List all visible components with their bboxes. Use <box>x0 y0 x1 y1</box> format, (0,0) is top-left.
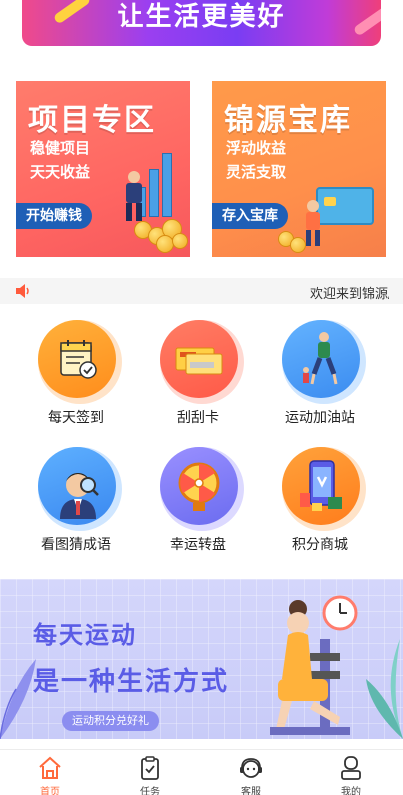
tab-tasks[interactable]: 任务 <box>110 750 190 795</box>
promo-subtitle: 浮动收益 <box>226 139 287 157</box>
speaker-icon <box>16 284 29 298</box>
tab-label: 任务 <box>140 787 160 795</box>
coin-decoration <box>156 235 174 253</box>
runner-icon <box>282 320 366 404</box>
feature-points-mall[interactable]: 积分商城 <box>260 447 380 567</box>
support-icon <box>240 758 262 778</box>
promo-card-treasury[interactable]: 锦源宝库 浮动收益 灵活支取 存入宝库 <box>212 81 386 257</box>
sport-lifestyle-banner[interactable]: 每天运动 是一种生活方式 运动积分兑好礼 <box>0 579 403 739</box>
home-icon <box>39 756 61 779</box>
feature-label: 积分商城 <box>292 537 348 553</box>
calendar-check-icon <box>38 320 122 404</box>
tab-label: 我的 <box>341 787 361 795</box>
banner-subheadline: 是一种生活方式 <box>33 667 230 697</box>
promo-row: 项目专区 稳健项目 天天收益 开始赚钱 锦源宝库 浮动收益 灵活支取 存入宝库 <box>16 81 387 257</box>
businessman-illustration <box>126 171 142 221</box>
promo-title: 项目专区 <box>28 103 156 138</box>
notice-marquee: 欢迎来到锦源/ <box>40 278 389 304</box>
magnifier-man-icon <box>38 447 122 531</box>
promo-card-projects[interactable]: 项目专区 稳健项目 天天收益 开始赚钱 <box>16 81 190 257</box>
feature-lucky-wheel[interactable]: 幸运转盘 <box>138 447 258 567</box>
user-icon <box>341 756 361 780</box>
bottom-tab-bar: 首页 任务 客服 我的 <box>0 749 403 795</box>
tab-mine[interactable]: 我的 <box>311 750 391 795</box>
scratch-card-icon <box>160 320 244 404</box>
feature-label: 看图猜成语 <box>41 537 111 553</box>
tab-support[interactable]: 客服 <box>211 750 291 795</box>
feature-scratch-card[interactable]: 刮刮卡 <box>138 320 258 440</box>
tab-label: 客服 <box>241 787 261 795</box>
notice-text: 欢迎来到锦源/ <box>310 287 389 302</box>
shopping-phone-icon <box>282 447 366 531</box>
feature-label: 运动加油站 <box>285 410 355 426</box>
feature-label: 幸运转盘 <box>170 537 226 553</box>
leaf-decoration <box>0 659 36 739</box>
banner-slogan: 让生活更美好 <box>117 2 286 32</box>
promo-subtitle: 天天收益 <box>30 163 91 181</box>
promo-subtitle: 灵活支取 <box>226 163 287 181</box>
banner-headline: 每天运动 <box>33 621 137 649</box>
woman-exercising-illustration <box>270 600 350 735</box>
top-slogan-banner[interactable]: 让生活更美好 <box>22 0 381 46</box>
clipboard-icon <box>141 756 159 780</box>
feature-daily-checkin[interactable]: 每天签到 <box>16 320 136 440</box>
promo-subtitle: 稳健项目 <box>30 139 91 157</box>
feature-guess-idiom[interactable]: 看图猜成语 <box>16 447 136 567</box>
feature-sport-station[interactable]: 运动加油站 <box>260 320 380 440</box>
lucky-wheel-icon <box>160 447 244 531</box>
feature-label: 刮刮卡 <box>177 410 219 426</box>
feature-label: 每天签到 <box>48 410 104 426</box>
start-earning-button[interactable]: 开始赚钱 <box>16 203 92 229</box>
coin-decoration <box>172 233 188 249</box>
tab-home[interactable]: 首页 <box>10 750 90 795</box>
banner-tag: 运动积分兑好礼 <box>62 711 159 731</box>
coin-decoration <box>290 237 306 253</box>
tab-label: 首页 <box>40 787 60 795</box>
chart-bar-decoration <box>162 153 172 217</box>
deposit-treasury-button[interactable]: 存入宝库 <box>212 203 288 229</box>
notice-bar: 欢迎来到锦源/ <box>0 278 403 304</box>
promo-title: 锦源宝库 <box>224 103 352 138</box>
